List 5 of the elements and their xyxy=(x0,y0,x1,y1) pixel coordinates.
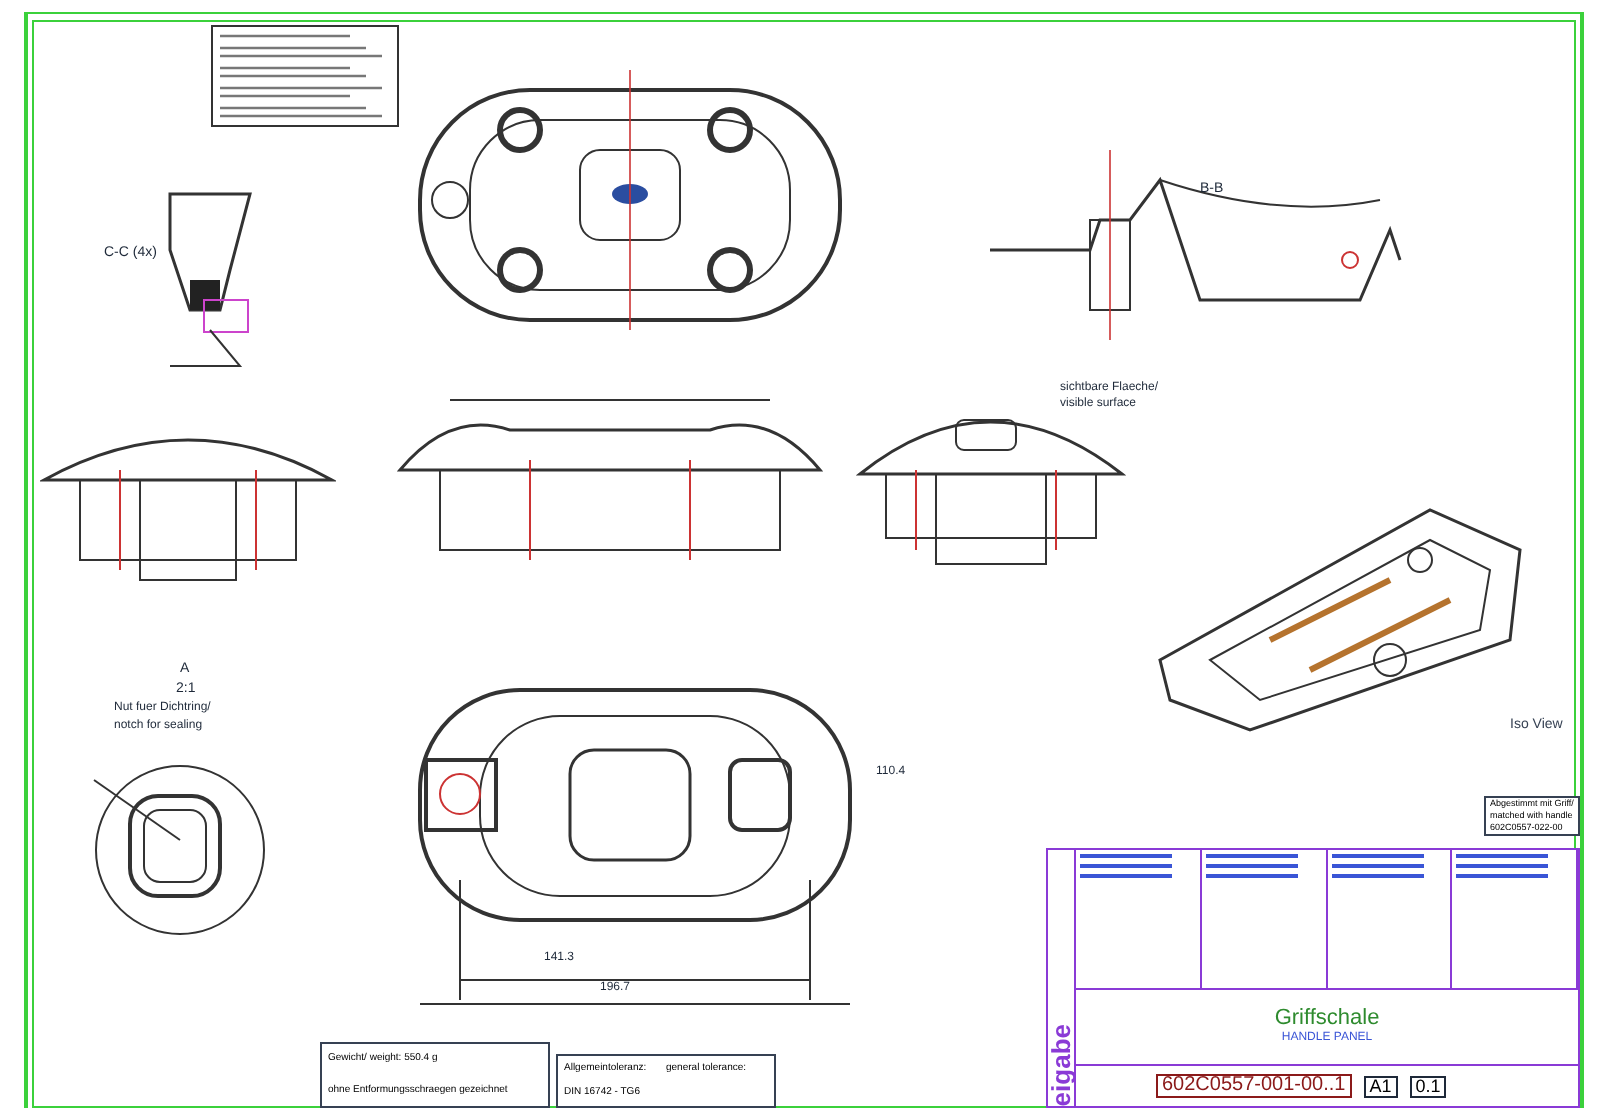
drawing-title: Griffschale xyxy=(1274,1007,1380,1029)
revision-number: 0.1 xyxy=(1409,1075,1447,1097)
sheet-size: A1 xyxy=(1363,1075,1398,1097)
release-label: eigabe xyxy=(1048,1023,1074,1106)
drawing-number: 602C0557-001-00..1 xyxy=(1156,1074,1352,1098)
